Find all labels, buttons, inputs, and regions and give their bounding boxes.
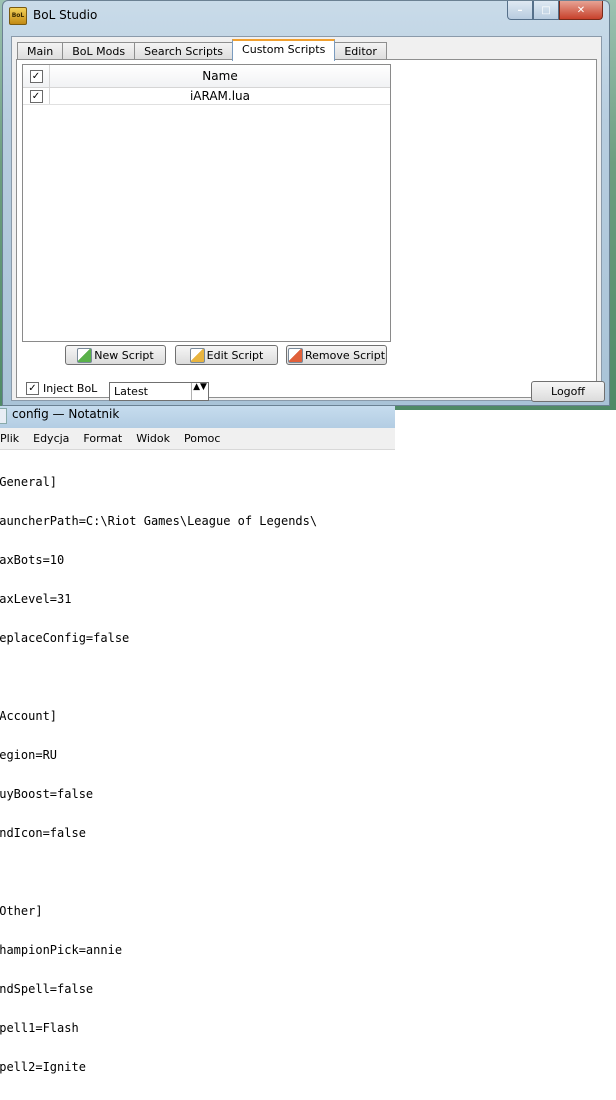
maximize-button[interactable]: □ [533,1,559,20]
menu-pomoc[interactable]: Pomoc [184,428,220,449]
menu-edycja[interactable]: Edycja [33,428,69,449]
text-line: MaxLevel=31 [0,592,72,606]
text-line: LauncherPath=C:\Riot Games\League of Leg… [0,514,318,528]
grid-header: ✓ Name [23,65,390,88]
bol-studio-window: BoL BoL Studio – □ ✕ Main BoL Mods Searc… [2,0,610,406]
text-line: ChampionPick=annie [0,943,123,957]
text-line: RndIcon=false [0,826,86,840]
minimize-icon: – [517,4,523,16]
title-bar[interactable]: BoL BoL Studio – □ ✕ [3,1,609,31]
text-line: BuyBoost=false [0,787,94,801]
notepad-icon [0,408,7,424]
text-line: ReplaceConfig=false [0,631,130,645]
new-script-button[interactable]: New Script [65,345,166,365]
new-file-icon [77,347,93,363]
edit-script-button[interactable]: Edit Script [175,345,278,365]
notepad-text-area[interactable]: [General] LauncherPath=C:\Riot Games\Lea… [0,450,392,1100]
select-all-checkbox[interactable]: ✓ [29,69,43,83]
scripts-grid: ✓ Name ✓ iARAM.lua [22,64,391,342]
notepad-menu-bar: Plik Edycja Format Widok Pomoc [0,428,395,450]
tab-custom-scripts[interactable]: Custom Scripts [232,39,336,61]
new-script-label: New Script [94,348,154,362]
remove-file-icon [287,347,303,363]
notepad-title-bar[interactable]: config — Notatnik [0,406,395,428]
menu-format[interactable]: Format [83,428,122,449]
notepad-title: config — Notatnik [12,407,120,421]
script-checkbox[interactable]: ✓ [29,89,43,103]
edit-file-icon [189,347,205,363]
text-line: Spell2=Ignite [0,1060,86,1074]
version-select[interactable]: Latest ▲▼ [109,382,209,401]
menu-widok[interactable]: Widok [136,428,170,449]
text-line [0,866,392,879]
inject-bol-checkbox[interactable]: ✓ [26,382,39,395]
tab-strip: Main BoL Mods Search Scripts Custom Scri… [17,39,387,61]
bol-app-icon: BoL [9,7,27,25]
tab-editor[interactable]: Editor [334,42,387,60]
notepad-window: config — Notatnik Plik Edycja Format Wid… [0,406,395,1074]
column-header-name[interactable]: Name [50,65,390,87]
tab-bol-mods[interactable]: BoL Mods [62,42,136,60]
text-line [0,671,392,684]
menu-plik[interactable]: Plik [0,428,19,449]
window-title: BoL Studio [33,8,98,22]
window-client-area: Main BoL Mods Search Scripts Custom Scri… [11,36,605,402]
text-line: MaxBots=10 [0,553,65,567]
text-line: RndSpell=false [0,982,94,996]
table-row[interactable]: ✓ iARAM.lua [23,88,390,105]
header-check-cell: ✓ [23,65,50,87]
inject-bol-label: Inject BoL [43,382,98,395]
version-select-value: Latest [114,385,148,398]
text-line: [General] [0,475,58,489]
text-line: [Other] [0,904,43,918]
script-name: iARAM.lua [189,89,251,103]
tab-search-scripts[interactable]: Search Scripts [134,42,234,60]
edit-script-label: Edit Script [206,348,264,362]
text-line: Spell1=Flash [0,1021,79,1035]
row-check-cell: ✓ [23,88,50,104]
close-button[interactable]: ✕ [559,1,603,20]
close-icon: ✕ [576,4,586,16]
inject-bol-option[interactable]: ✓ Inject BoL [26,382,97,395]
logoff-button[interactable]: Logoff [531,381,605,402]
text-line: Region=RU [0,748,58,762]
minimize-button[interactable]: – [507,1,533,20]
maximize-icon: □ [541,4,551,16]
custom-scripts-panel: ✓ Name ✓ iARAM.lua New Script Edit Scrip… [16,59,597,398]
remove-script-label: Remove Script [304,348,386,362]
remove-script-button[interactable]: Remove Script [286,345,387,365]
window-controls: – □ ✕ [507,1,603,21]
tab-main[interactable]: Main [17,42,64,60]
text-line: [Account] [0,709,58,723]
spinner-arrows-icon[interactable]: ▲▼ [191,383,208,400]
